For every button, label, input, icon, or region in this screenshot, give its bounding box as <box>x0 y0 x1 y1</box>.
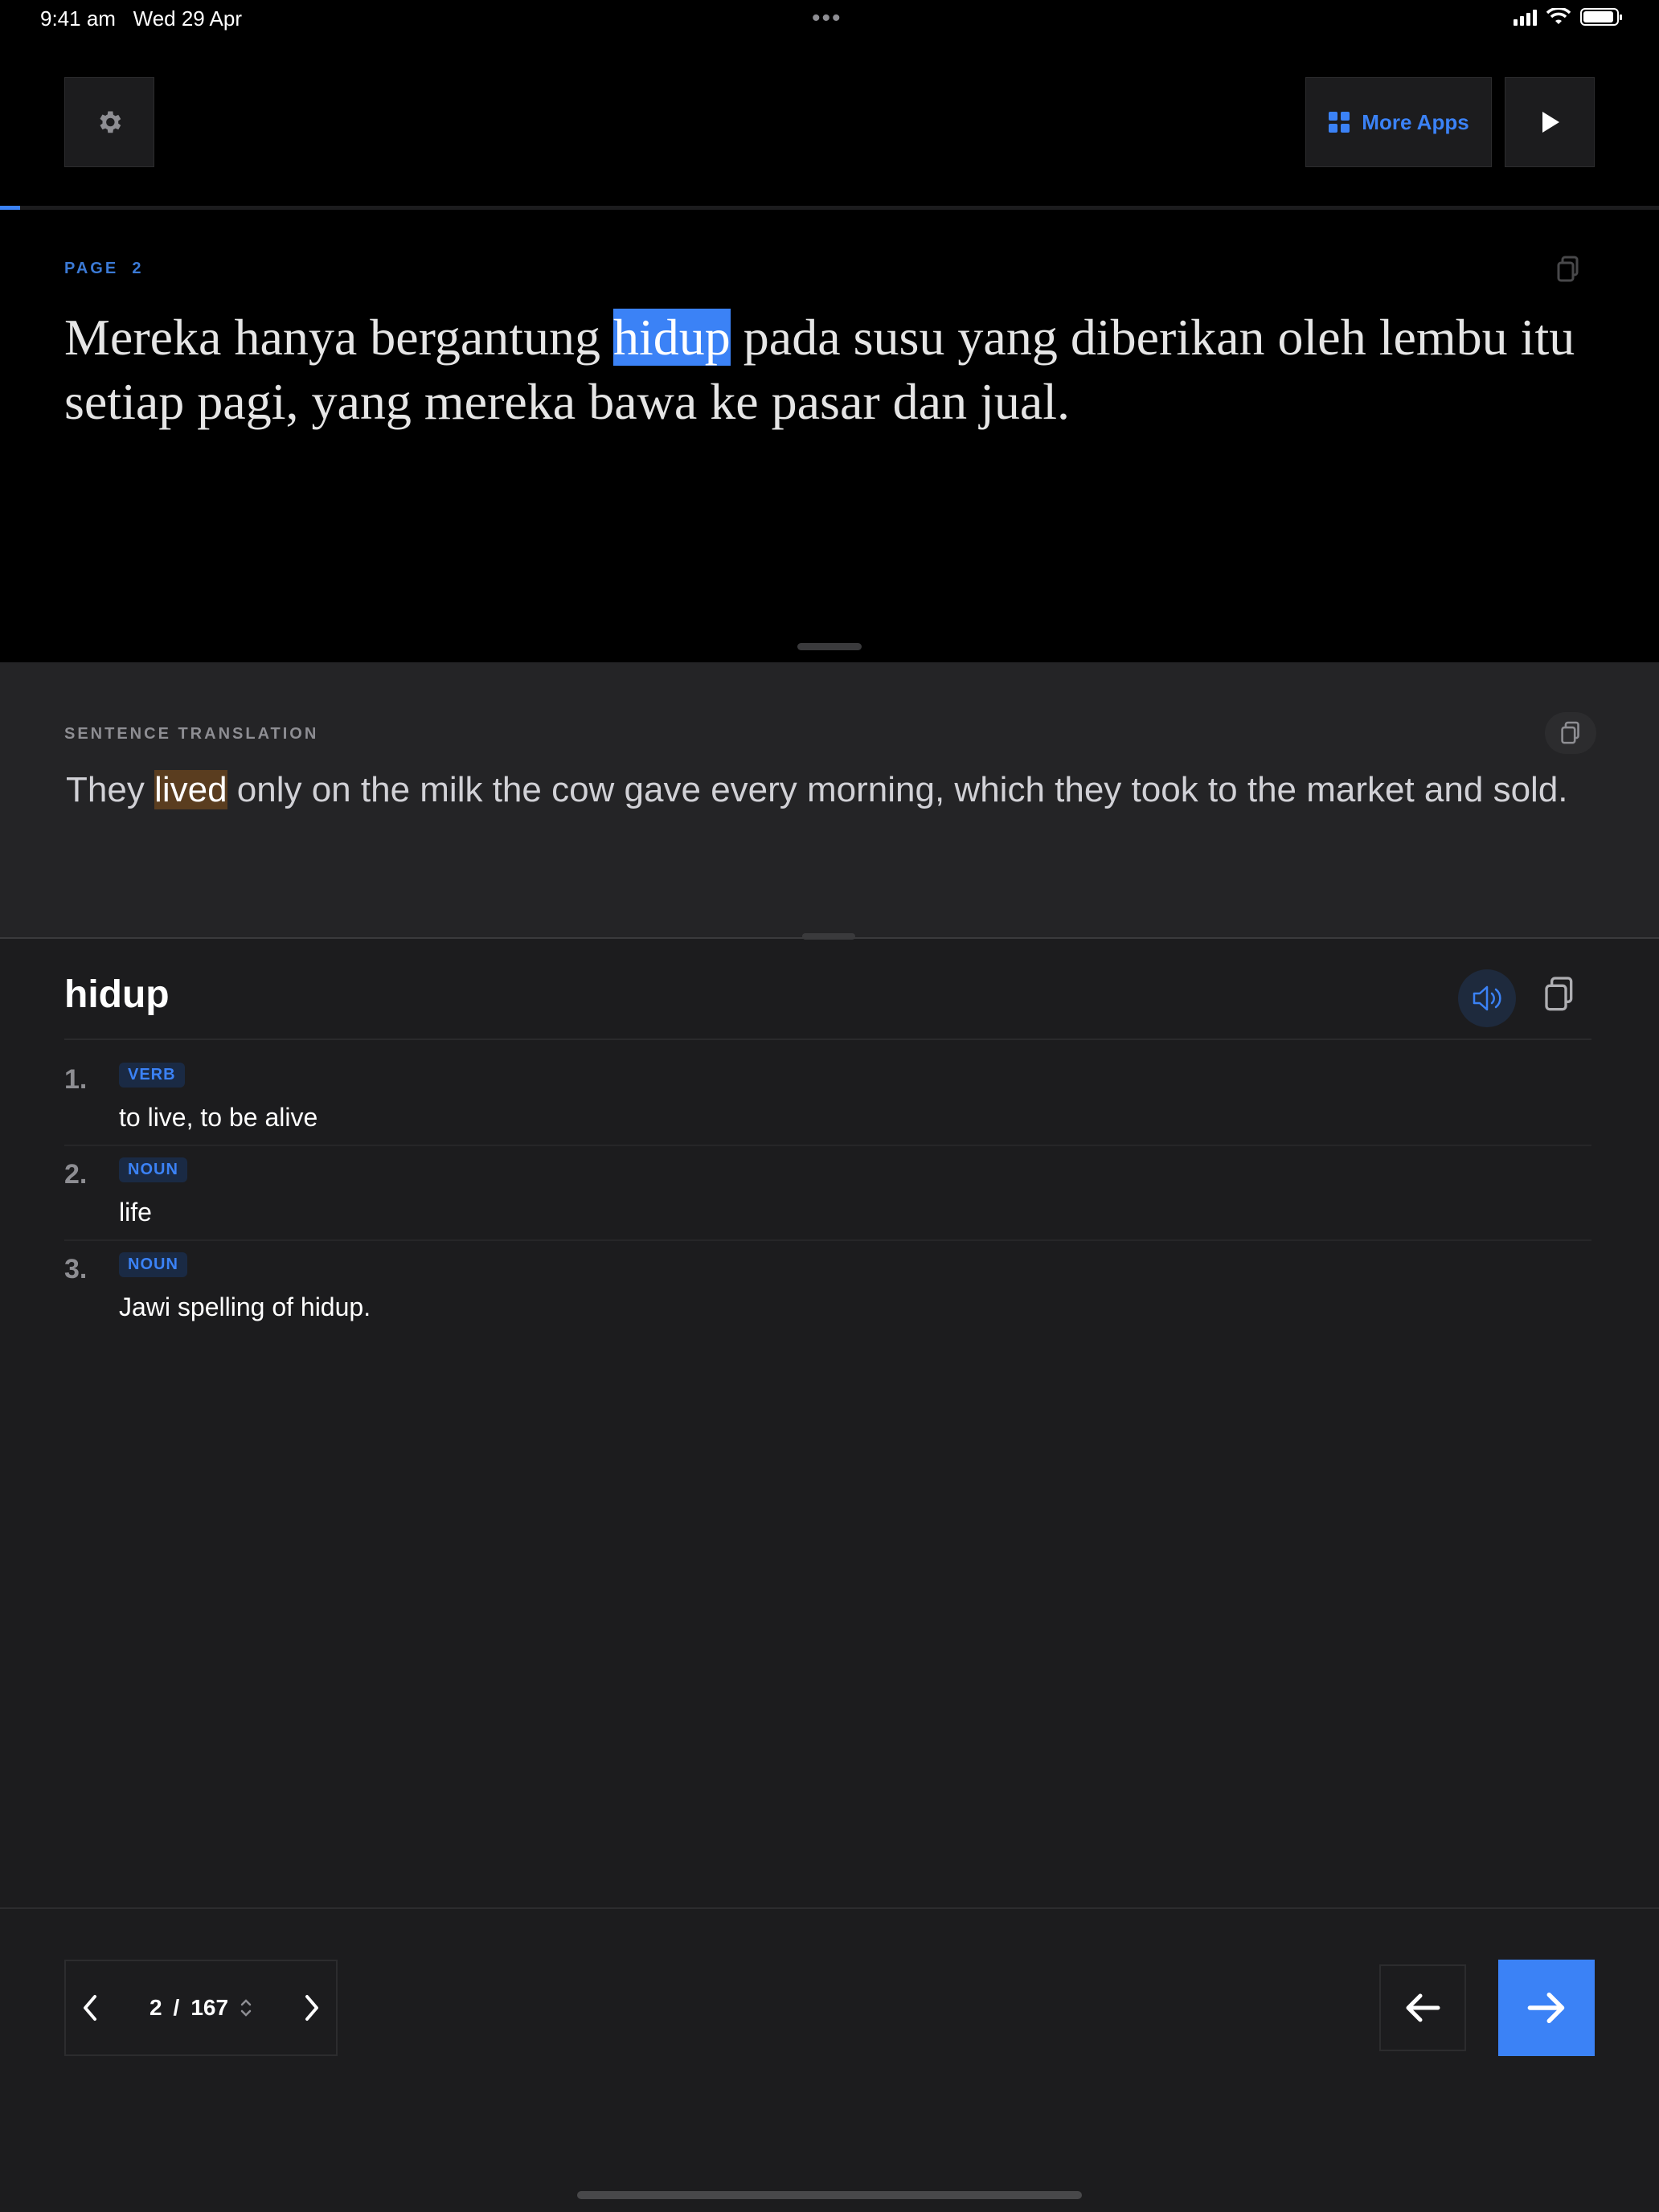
source-sentence: Mereka hanya bergantung hidup pada susu … <box>64 305 1608 434</box>
grid-icon <box>1329 112 1350 133</box>
copy-icon <box>1557 256 1579 282</box>
copy-translation-button[interactable] <box>1545 712 1596 754</box>
cellular-signal-icon <box>1514 8 1537 26</box>
drag-handle[interactable] <box>802 933 855 940</box>
sentence-text[interactable]: Mereka hanya bergantung <box>64 309 613 366</box>
highlighted-word[interactable]: hidup <box>613 309 731 366</box>
part-of-speech-badge: NOUN <box>119 1157 187 1182</box>
previous-sentence-button[interactable] <box>1379 1964 1466 2051</box>
next-sentence-button[interactable] <box>1498 1960 1595 2056</box>
more-apps-button[interactable]: More Apps <box>1305 77 1492 167</box>
status-time: 9:41 am Wed 29 Apr <box>40 6 243 31</box>
home-indicator <box>577 2191 1082 2199</box>
battery-icon <box>1580 8 1622 26</box>
definition-gloss: Jawi spelling of hidup. <box>119 1292 371 1321</box>
chevron-up-down-icon <box>240 1999 252 2017</box>
translation-text: They lived only on the milk the cow gave… <box>66 770 1568 809</box>
next-page-button[interactable] <box>288 1993 336 2022</box>
play-button[interactable] <box>1505 77 1595 167</box>
page-picker[interactable]: 2 / 167 <box>114 1995 288 2021</box>
highlighted-translation-word: lived <box>154 770 227 809</box>
more-apps-label: More Apps <box>1362 109 1469 134</box>
copy-icon <box>1561 721 1579 744</box>
wifi-icon <box>1546 8 1571 24</box>
play-icon <box>1542 112 1559 133</box>
status-icons <box>1514 8 1622 26</box>
chevron-right-icon <box>305 1995 318 2021</box>
definition-gloss: to live, to be alive <box>119 1103 318 1132</box>
translation-label: SENTENCE TRANSLATION <box>64 725 319 743</box>
definition-gloss: life <box>119 1198 152 1227</box>
dictionary-headword: hidup <box>64 973 170 1016</box>
page-selector: 2 / 167 <box>64 1960 338 2056</box>
multitasking-dots[interactable]: ••• <box>812 5 842 32</box>
total-pages: 167 <box>190 1995 229 2020</box>
pronounce-button[interactable] <box>1458 969 1516 1027</box>
part-of-speech-badge: VERB <box>119 1063 185 1088</box>
previous-page-button[interactable] <box>66 1993 114 2022</box>
reading-progress-track <box>0 206 1659 210</box>
copy-sentence-button[interactable] <box>1556 256 1580 287</box>
chevron-left-icon <box>84 1995 96 2021</box>
copy-icon <box>1545 977 1573 1011</box>
copy-definition-button[interactable] <box>1543 976 1575 1017</box>
current-page: 2 <box>149 1995 162 2020</box>
bottom-divider <box>0 1907 1659 1909</box>
dictionary-divider <box>64 1038 1591 1040</box>
gear-icon <box>100 111 121 133</box>
page-label: PAGE 2 <box>64 260 144 277</box>
drag-handle[interactable] <box>797 643 862 650</box>
arrow-left-icon <box>1406 1993 1440 2022</box>
arrow-right-icon <box>1527 1992 1565 2024</box>
speaker-icon <box>1473 985 1501 1011</box>
part-of-speech-badge: NOUN <box>119 1252 187 1277</box>
settings-button[interactable] <box>64 77 154 167</box>
reading-progress-fill <box>0 206 20 210</box>
